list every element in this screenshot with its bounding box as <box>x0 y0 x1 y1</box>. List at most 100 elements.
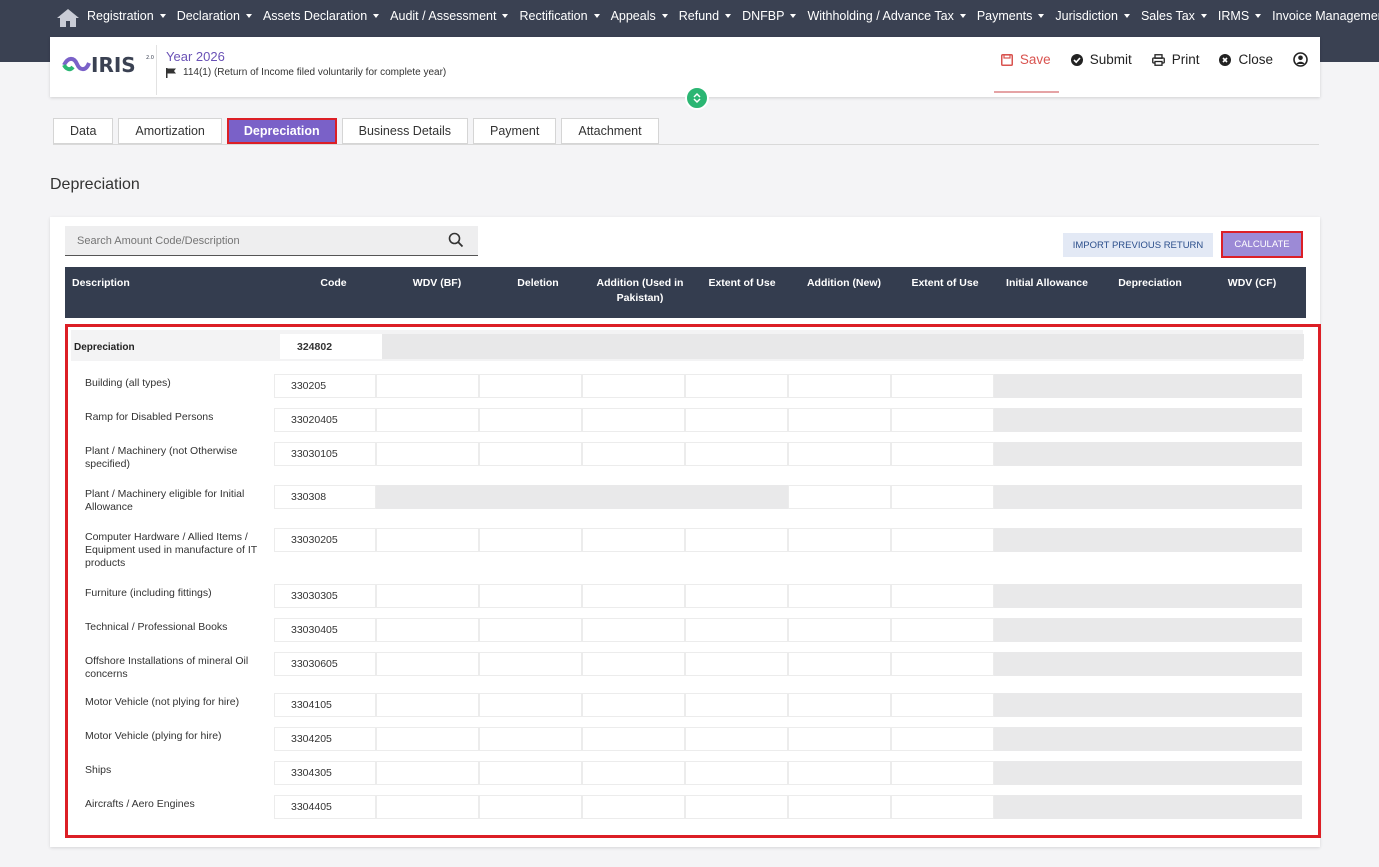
amount-input-cell[interactable] <box>582 652 685 676</box>
amount-input-cell[interactable] <box>479 374 582 398</box>
nav-item[interactable]: Sales Tax <box>1141 9 1207 23</box>
amount-input-cell[interactable] <box>685 618 788 642</box>
collapse-toggle-button[interactable] <box>685 86 709 110</box>
amount-input-cell[interactable] <box>891 374 994 398</box>
amount-input-cell[interactable] <box>685 584 788 608</box>
amount-input-cell[interactable] <box>479 727 582 751</box>
import-previous-return-button[interactable]: IMPORT PREVIOUS RETURN <box>1063 233 1213 257</box>
amount-input-cell[interactable] <box>788 618 891 642</box>
amount-input-cell[interactable] <box>788 727 891 751</box>
amount-input-cell[interactable] <box>891 727 994 751</box>
search-input[interactable] <box>65 234 435 247</box>
nav-item[interactable]: DNFBP <box>742 9 797 23</box>
amount-input-cell[interactable] <box>582 584 685 608</box>
amount-input-cell[interactable] <box>479 795 582 819</box>
amount-input-cell[interactable] <box>376 693 479 717</box>
amount-input-cell[interactable] <box>788 485 891 509</box>
amount-input-cell[interactable] <box>891 485 994 509</box>
amount-input-cell[interactable] <box>376 618 479 642</box>
nav-item[interactable]: Registration <box>87 9 166 23</box>
amount-input-cell[interactable] <box>582 761 685 785</box>
amount-input-cell[interactable] <box>376 374 479 398</box>
amount-input-cell[interactable] <box>685 374 788 398</box>
amount-input-cell[interactable] <box>891 693 994 717</box>
nav-item[interactable]: Jurisdiction <box>1055 9 1130 23</box>
search-icon[interactable] <box>448 232 464 248</box>
amount-input-cell[interactable] <box>582 408 685 432</box>
amount-input-cell[interactable] <box>685 408 788 432</box>
tab[interactable]: Depreciation <box>226 118 337 144</box>
amount-input-cell[interactable] <box>582 528 685 552</box>
close-button[interactable]: Close <box>1219 52 1273 67</box>
amount-input-cell[interactable] <box>376 584 479 608</box>
submit-label: Submit <box>1089 52 1132 67</box>
print-button[interactable]: Print <box>1151 52 1199 67</box>
amount-input-cell[interactable] <box>376 795 479 819</box>
amount-input-cell[interactable] <box>582 727 685 751</box>
user-account-icon[interactable] <box>1293 52 1308 67</box>
nav-item[interactable]: Payments <box>977 9 1045 23</box>
nav-item[interactable]: Appeals <box>611 9 668 23</box>
tab[interactable]: Amortization <box>118 118 222 144</box>
amount-input-cell[interactable] <box>685 652 788 676</box>
amount-input-cell[interactable] <box>479 618 582 642</box>
nav-item[interactable]: Declaration <box>177 9 252 23</box>
nav-item[interactable]: IRMS <box>1218 9 1262 23</box>
amount-input-cell[interactable] <box>788 652 891 676</box>
amount-input-cell[interactable] <box>376 528 479 552</box>
amount-input-cell[interactable] <box>891 652 994 676</box>
nav-item[interactable]: Assets Declaration <box>263 9 380 23</box>
amount-input-cell[interactable] <box>788 408 891 432</box>
amount-input-cell[interactable] <box>479 652 582 676</box>
amount-input-cell[interactable] <box>479 761 582 785</box>
nav-item[interactable]: Invoice Management <box>1272 9 1379 23</box>
amount-input-cell[interactable] <box>479 408 582 432</box>
amount-input-cell[interactable] <box>891 408 994 432</box>
amount-input-cell[interactable] <box>582 795 685 819</box>
amount-input-cell[interactable] <box>685 442 788 466</box>
amount-input-cell[interactable] <box>685 795 788 819</box>
amount-input-cell[interactable] <box>685 693 788 717</box>
amount-input-cell[interactable] <box>582 442 685 466</box>
amount-input-cell[interactable] <box>788 528 891 552</box>
amount-input-cell[interactable] <box>479 442 582 466</box>
amount-input-cell[interactable] <box>479 693 582 717</box>
amount-input-cell[interactable] <box>788 693 891 717</box>
nav-item[interactable]: Withholding / Advance Tax <box>807 9 966 23</box>
nav-item[interactable]: Rectification <box>519 9 600 23</box>
amount-input-cell[interactable] <box>788 442 891 466</box>
amount-input-cell[interactable] <box>582 618 685 642</box>
amount-input-cell[interactable] <box>479 528 582 552</box>
amount-input-cell[interactable] <box>376 652 479 676</box>
nav-item[interactable]: Refund <box>679 9 732 23</box>
amount-input-cell[interactable] <box>376 442 479 466</box>
amount-input-cell[interactable] <box>582 374 685 398</box>
amount-input-cell[interactable] <box>685 761 788 785</box>
amount-input-cell[interactable] <box>582 693 685 717</box>
calculate-button[interactable]: CALCULATE <box>1221 231 1303 258</box>
amount-input-cell[interactable] <box>376 761 479 785</box>
amount-input-cell[interactable] <box>479 584 582 608</box>
amount-input-cell[interactable] <box>788 761 891 785</box>
amount-input-cell[interactable] <box>788 374 891 398</box>
amount-input-cell[interactable] <box>376 408 479 432</box>
save-button[interactable]: Save <box>1000 52 1051 67</box>
nav-item[interactable]: Audit / Assessment <box>390 9 509 23</box>
tab[interactable]: Business Details <box>341 118 469 144</box>
amount-input-cell[interactable] <box>685 528 788 552</box>
amount-input-cell[interactable] <box>788 584 891 608</box>
submit-button[interactable]: Submit <box>1070 52 1132 67</box>
amount-input-cell[interactable] <box>685 727 788 751</box>
amount-input-cell[interactable] <box>891 528 994 552</box>
amount-input-cell[interactable] <box>788 795 891 819</box>
tab[interactable]: Attachment <box>561 118 659 144</box>
amount-input-cell[interactable] <box>891 442 994 466</box>
tab[interactable]: Data <box>53 118 114 144</box>
caret-down-icon <box>661 14 668 18</box>
amount-input-cell[interactable] <box>376 727 479 751</box>
tab[interactable]: Payment <box>473 118 557 144</box>
amount-input-cell[interactable] <box>891 618 994 642</box>
amount-input-cell[interactable] <box>891 584 994 608</box>
amount-input-cell[interactable] <box>891 795 994 819</box>
amount-input-cell[interactable] <box>891 761 994 785</box>
